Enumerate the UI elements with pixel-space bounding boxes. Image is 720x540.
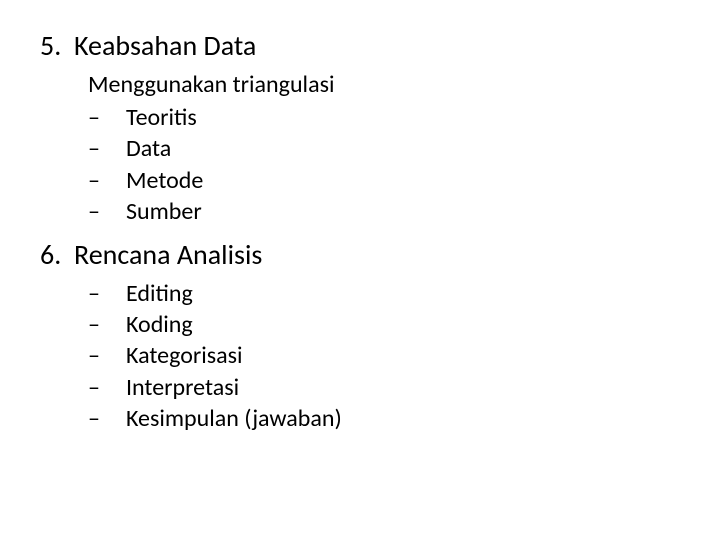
sub-item-label: Sumber <box>126 196 680 227</box>
sub-item: – Kesimpulan (jawaban) <box>88 403 680 434</box>
dash-icon: – <box>88 102 126 133</box>
dash-icon: – <box>88 196 126 227</box>
sub-item-label: Data <box>126 133 680 164</box>
sub-item: – Sumber <box>88 196 680 227</box>
sub-item-label: Interpretasi <box>126 372 680 403</box>
sub-item: – Koding <box>88 309 680 340</box>
list-title: Keabsahan Data <box>74 28 680 63</box>
sub-item-label: Kategorisasi <box>126 340 680 371</box>
sub-item: – Interpretasi <box>88 372 680 403</box>
dash-icon: – <box>88 133 126 164</box>
intro-text: Menggunakan triangulasi <box>88 69 680 100</box>
list-item-6: 6. Rencana Analisis <box>40 237 680 272</box>
sub-item: – Kategorisasi <box>88 340 680 371</box>
sub-item: – Metode <box>88 165 680 196</box>
list-number: 5. <box>40 28 74 63</box>
dash-icon: – <box>88 278 126 309</box>
sub-item-label: Teoritis <box>126 102 680 133</box>
sub-item-label: Kesimpulan (jawaban) <box>126 403 680 434</box>
sub-item-label: Editing <box>126 278 680 309</box>
sub-item: – Teoritis <box>88 102 680 133</box>
dash-icon: – <box>88 340 126 371</box>
slide: 5. Keabsahan Data Menggunakan triangulas… <box>0 0 720 540</box>
sub-item-label: Koding <box>126 309 680 340</box>
dash-icon: – <box>88 165 126 196</box>
sub-item: – Data <box>88 133 680 164</box>
list-item-5: 5. Keabsahan Data <box>40 28 680 63</box>
dash-icon: – <box>88 403 126 434</box>
list-number: 6. <box>40 237 74 272</box>
list-title: Rencana Analisis <box>74 237 680 272</box>
dash-icon: – <box>88 372 126 403</box>
sub-item-label: Metode <box>126 165 680 196</box>
dash-icon: – <box>88 309 126 340</box>
sub-item: – Editing <box>88 278 680 309</box>
